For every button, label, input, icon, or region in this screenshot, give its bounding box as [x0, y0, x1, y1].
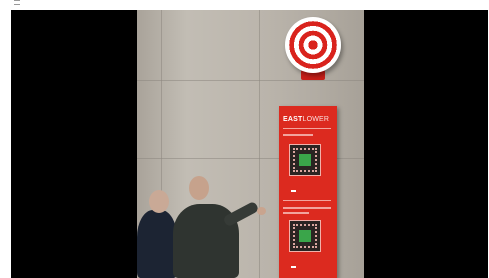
person-pointing-head: [189, 176, 209, 200]
stadium-map-lower: [289, 220, 321, 252]
target-logo: [285, 17, 341, 73]
stadium-pitch: [299, 230, 311, 242]
person-pointing-hand: [257, 207, 266, 215]
direction-arrow: [291, 266, 296, 268]
stadium-map-upper: [289, 144, 321, 176]
sign-caption: [283, 134, 313, 136]
sign-title-light: LOWER: [302, 116, 330, 123]
person-left-head: [149, 190, 169, 213]
corner-mark: [14, 0, 20, 5]
direction-arrow: [291, 190, 296, 192]
stadium-pitch: [299, 154, 311, 166]
sign-divider: [283, 200, 331, 201]
sign-title-bold: EAST: [283, 116, 303, 123]
person-left-body: [137, 210, 177, 278]
sign-divider: [283, 128, 331, 129]
photo: EASTLOWER: [137, 10, 364, 278]
wall-joint-horizontal: [137, 80, 364, 81]
sign-title: EASTLOWER: [283, 116, 329, 123]
sign-caption: [283, 207, 331, 209]
sign-caption: [283, 212, 309, 214]
wall-joint-vertical: [259, 10, 260, 278]
image-viewer: EASTLOWER: [11, 10, 488, 278]
section-sign: EASTLOWER: [279, 106, 337, 278]
